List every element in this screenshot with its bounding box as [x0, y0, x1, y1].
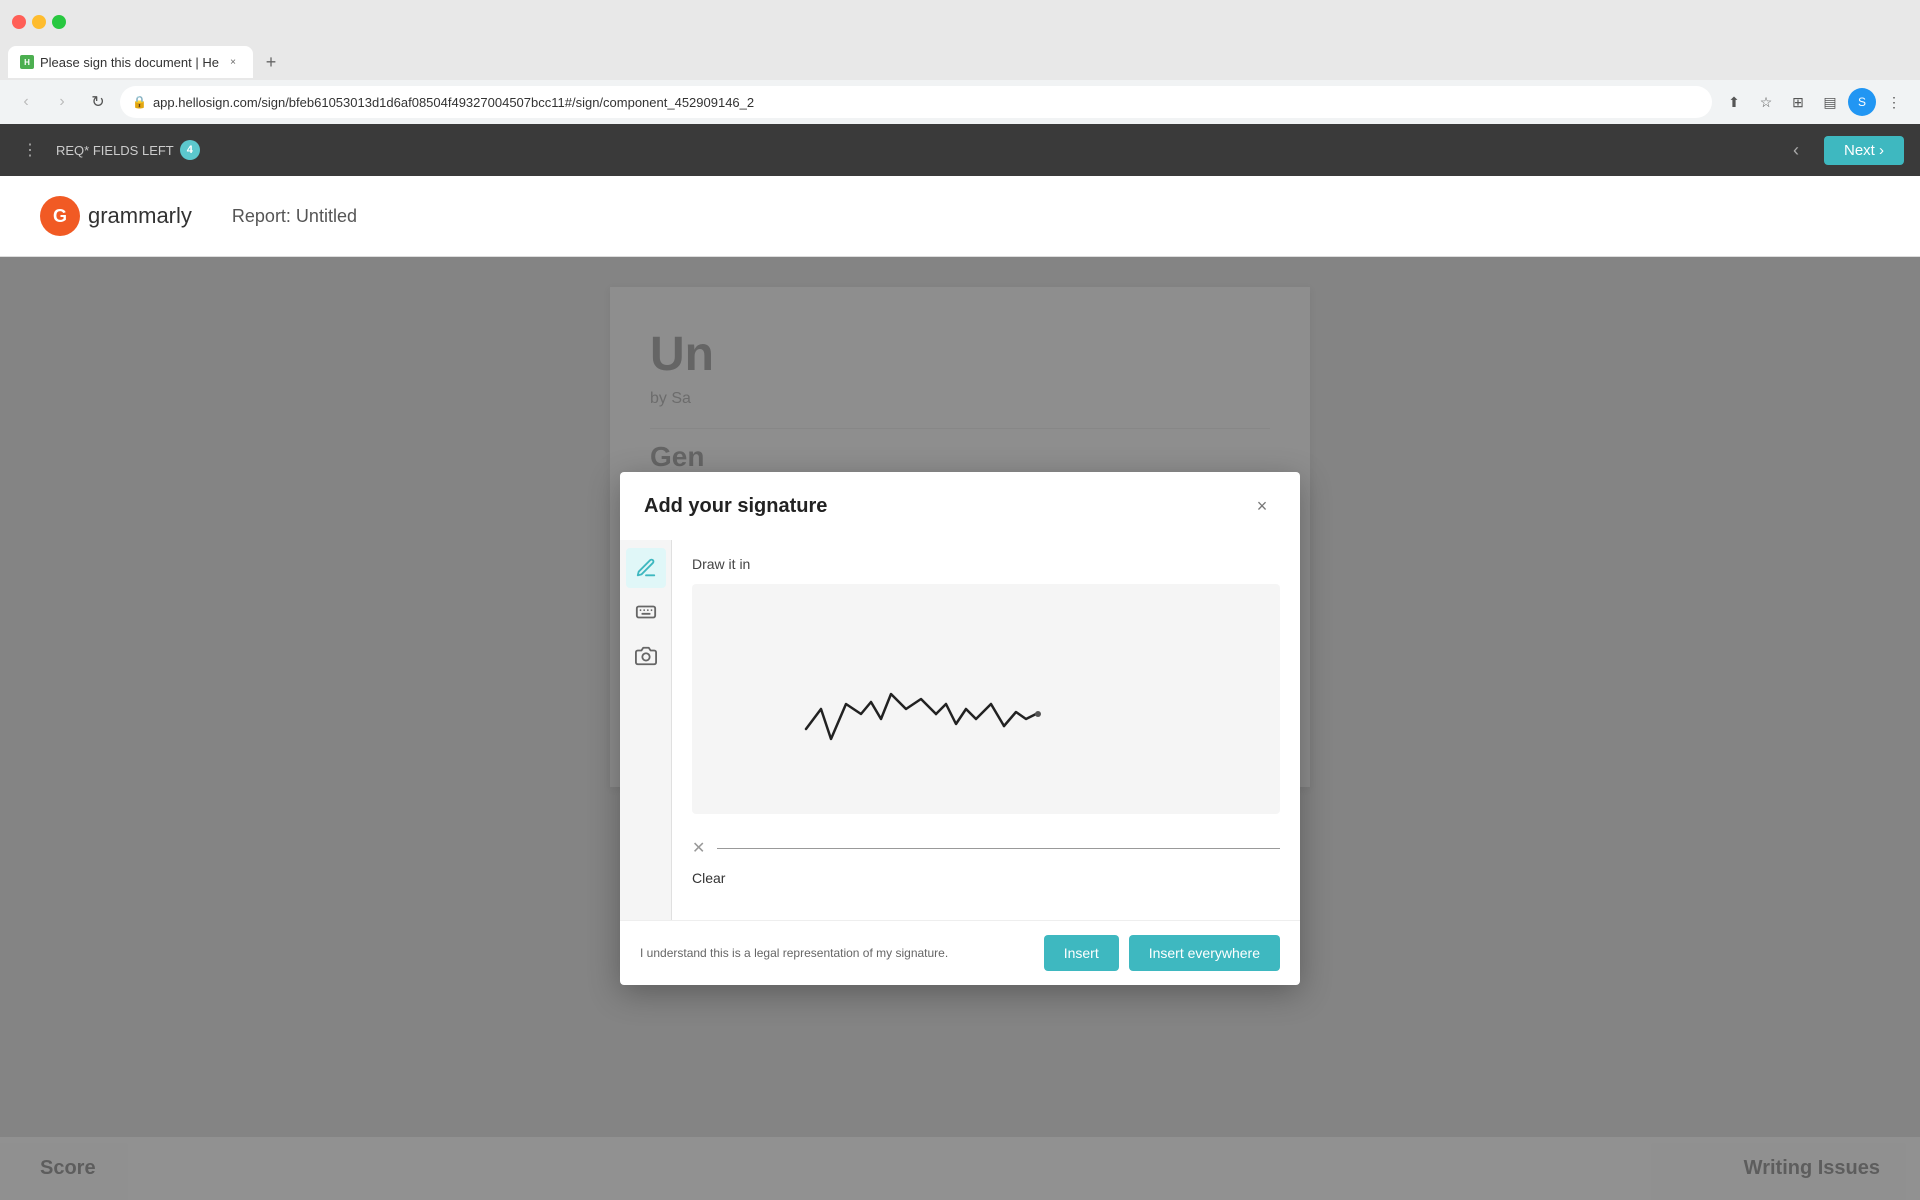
- page-content: G grammarly Report: Untitled Un by Sa Ge…: [0, 176, 1920, 1200]
- modal-main: Draw it in: [672, 540, 1300, 920]
- modal-body: Draw it in: [620, 540, 1300, 920]
- camera-tab-button[interactable]: [626, 636, 666, 676]
- footer-buttons: Insert Insert everywhere: [1044, 935, 1280, 971]
- lock-icon: 🔒: [132, 95, 147, 109]
- url-text: app.hellosign.com/sign/bfeb61053013d1d6a…: [153, 95, 1700, 110]
- draw-tab-button[interactable]: [626, 548, 666, 588]
- legal-text: I understand this is a legal representat…: [640, 946, 948, 960]
- brand-header: G grammarly Report: Untitled: [0, 176, 1920, 257]
- browser-toolbar-icons: ⬆ ☆ ⊞ ▤ S ⋮: [1720, 88, 1908, 116]
- clear-x-icon: ✕: [692, 838, 705, 858]
- signature-modal: Add your signature ×: [620, 472, 1300, 985]
- clear-button[interactable]: Clear: [692, 866, 1280, 890]
- forward-button[interactable]: ›: [48, 88, 76, 116]
- insert-everywhere-button[interactable]: Insert everywhere: [1129, 935, 1280, 971]
- sidebar-icon[interactable]: ▤: [1816, 88, 1844, 116]
- new-tab-button[interactable]: +: [257, 48, 285, 76]
- insert-button[interactable]: Insert: [1044, 935, 1119, 971]
- minimize-light[interactable]: [32, 15, 46, 29]
- extension-icon[interactable]: ⊞: [1784, 88, 1812, 116]
- keyboard-tab-button[interactable]: [626, 592, 666, 632]
- brand-icon: G: [40, 196, 80, 236]
- back-button[interactable]: ‹: [12, 88, 40, 116]
- close-light[interactable]: [12, 15, 26, 29]
- modal-overlay: Add your signature ×: [0, 257, 1920, 1200]
- app-toolbar: ⋮ REQ* FIELDS LEFT 4 ‹ Next ›: [0, 124, 1920, 176]
- more-icon[interactable]: ⋮: [1880, 88, 1908, 116]
- tab-label: Draw it in: [692, 556, 1280, 572]
- brand-logo: G grammarly: [40, 196, 192, 236]
- traffic-lights: [12, 15, 66, 29]
- address-bar-row: ‹ › ↻ 🔒 app.hellosign.com/sign/bfeb61053…: [0, 80, 1920, 124]
- req-fields-label: REQ* FIELDS LEFT: [56, 143, 174, 158]
- maximize-light[interactable]: [52, 15, 66, 29]
- profile-icon[interactable]: S: [1848, 88, 1876, 116]
- tab-favicon: H: [20, 55, 34, 69]
- modal-header: Add your signature ×: [620, 472, 1300, 540]
- modal-close-button[interactable]: ×: [1248, 492, 1276, 520]
- doc-title: Report: Untitled: [232, 206, 357, 227]
- browser-titlebar: [0, 0, 1920, 44]
- refresh-button[interactable]: ↻: [84, 88, 112, 116]
- tab-title: Please sign this document | He: [40, 55, 219, 70]
- modal-footer: I understand this is a legal representat…: [620, 920, 1300, 985]
- modal-title: Add your signature: [644, 495, 827, 518]
- toolbar-back-button[interactable]: ‹: [1780, 134, 1812, 166]
- tab-bar: H Please sign this document | He × +: [0, 44, 1920, 80]
- share-icon[interactable]: ⬆: [1720, 88, 1748, 116]
- doc-area: Un by Sa Gen 186 chara 16 sec speaking t…: [0, 257, 1920, 1200]
- signature-drawing: [692, 584, 1280, 814]
- address-bar[interactable]: 🔒 app.hellosign.com/sign/bfeb61053013d1d…: [120, 86, 1712, 118]
- signature-canvas[interactable]: [692, 584, 1280, 814]
- bookmark-icon[interactable]: ☆: [1752, 88, 1780, 116]
- clear-line: [717, 848, 1280, 849]
- brand-name: grammarly: [88, 203, 192, 229]
- toolbar-menu-icon[interactable]: ⋮: [16, 136, 44, 164]
- active-tab[interactable]: H Please sign this document | He ×: [8, 46, 253, 78]
- tab-close-icon[interactable]: ×: [225, 54, 241, 70]
- next-button[interactable]: Next ›: [1824, 136, 1904, 165]
- clear-area: ✕: [692, 830, 1280, 866]
- req-fields-badge: 4: [180, 140, 200, 160]
- req-fields: REQ* FIELDS LEFT 4: [56, 140, 200, 160]
- modal-sidebar: [620, 540, 672, 920]
